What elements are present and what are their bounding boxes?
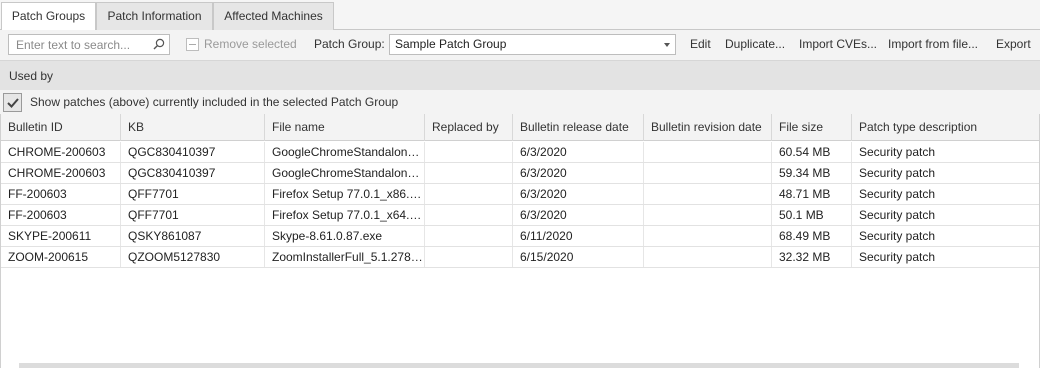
- cell-release-date: 6/3/2020: [513, 163, 644, 183]
- cell-patch-type: Security patch: [859, 208, 936, 222]
- cell-release-date: 6/15/2020: [513, 247, 644, 267]
- duplicate-button[interactable]: Duplicate...: [725, 37, 785, 51]
- cell-file-size: 60.54 MB: [772, 142, 852, 162]
- toolbar: Remove selected Patch Group: Sample Patc…: [0, 30, 1040, 60]
- cell-patch-type: Security patch: [859, 229, 936, 243]
- cell-file-name: Firefox Setup 77.0.1_x64.exe: [265, 205, 425, 225]
- search-input[interactable]: [9, 35, 149, 54]
- table-row[interactable]: FF-200603 QFF7701 Firefox Setup 77.0.1_x…: [1, 205, 1039, 226]
- cell-patch-type: Security patch: [859, 166, 936, 180]
- show-patches-label: Show patches (above) currently included …: [30, 95, 399, 109]
- cell-release-date: 6/11/2020: [513, 226, 644, 246]
- cell-bulletin-id: CHROME-200603: [1, 163, 121, 183]
- column-header-replaced-by[interactable]: Replaced by: [425, 114, 513, 141]
- tab-strip: Patch Groups Patch Information Affected …: [0, 0, 1040, 30]
- table-row[interactable]: CHROME-200603 QGC830410397 GoogleChromeS…: [1, 163, 1039, 184]
- cell-patch-type: Security patch: [859, 250, 936, 264]
- cell-patch-type: Security patch: [859, 187, 936, 201]
- cell-revision-date: [644, 184, 772, 204]
- cell-bulletin-id: CHROME-200603: [1, 142, 121, 162]
- cell-bulletin-id: ZOOM-200615: [1, 247, 121, 267]
- import-cves-button[interactable]: Import CVEs...: [799, 37, 877, 51]
- used-by-header: Used by: [0, 60, 1040, 90]
- cell-revision-date: [644, 205, 772, 225]
- tab-patch-information[interactable]: Patch Information: [96, 2, 213, 30]
- cell-file-size: 59.34 MB: [772, 163, 852, 183]
- cell-file-size: 50.1 MB: [772, 205, 852, 225]
- cell-bulletin-id: FF-200603: [1, 205, 121, 225]
- cell-replaced-by: [425, 163, 513, 183]
- tab-patch-groups[interactable]: Patch Groups: [1, 2, 96, 30]
- cell-replaced-by: [425, 226, 513, 246]
- cell-file-size: 32.32 MB: [772, 247, 852, 267]
- edit-button[interactable]: Edit: [690, 37, 711, 51]
- patch-group-label: Patch Group:: [314, 37, 385, 51]
- column-header-file-size[interactable]: File size: [772, 114, 852, 141]
- cell-kb: QFF7701: [121, 184, 265, 204]
- cell-kb: QGC830410397: [121, 163, 265, 183]
- search-icon[interactable]: [153, 38, 165, 50]
- cell-kb: QZOOM5127830: [121, 247, 265, 267]
- cell-replaced-by: [425, 205, 513, 225]
- cell-file-name: GoogleChromeStandalone...: [265, 163, 425, 183]
- cell-kb: QFF7701: [121, 205, 265, 225]
- patch-group-value: Sample Patch Group: [395, 37, 507, 51]
- cell-file-name: Firefox Setup 77.0.1_x86.exe: [265, 184, 425, 204]
- show-patches-row: Show patches (above) currently included …: [0, 90, 1040, 114]
- patches-grid: Bulletin ID KB File name Replaced by Bul…: [0, 114, 1040, 368]
- remove-icon: [186, 38, 199, 51]
- column-header-bulletin-id[interactable]: Bulletin ID: [1, 114, 121, 141]
- show-patches-checkbox[interactable]: [3, 93, 22, 112]
- cell-file-size: 48.71 MB: [772, 184, 852, 204]
- cell-replaced-by: [425, 142, 513, 162]
- cell-file-name: GoogleChromeStandalone...: [265, 142, 425, 162]
- import-from-file-button[interactable]: Import from file...: [888, 37, 978, 51]
- cell-release-date: 6/3/2020: [513, 184, 644, 204]
- table-row[interactable]: CHROME-200603 QGC830410397 GoogleChromeS…: [1, 142, 1039, 163]
- cell-revision-date: [644, 226, 772, 246]
- tab-affected-machines[interactable]: Affected Machines: [213, 2, 334, 30]
- remove-selected-button[interactable]: Remove selected: [186, 35, 297, 55]
- chevron-down-icon: [664, 43, 670, 47]
- patch-group-select[interactable]: Sample Patch Group: [389, 34, 676, 55]
- table-row[interactable]: ZOOM-200615 QZOOM5127830 ZoomInstallerFu…: [1, 247, 1039, 268]
- cell-kb: QSKY861087: [121, 226, 265, 246]
- column-header-bulletin-release-date[interactable]: Bulletin release date: [513, 114, 644, 141]
- cell-revision-date: [644, 142, 772, 162]
- search-box[interactable]: [8, 34, 170, 55]
- column-header-bulletin-revision-date[interactable]: Bulletin revision date: [644, 114, 772, 141]
- column-header-patch-type-description[interactable]: Patch type description: [852, 114, 1039, 141]
- cell-file-name: Skype-8.61.0.87.exe: [265, 226, 425, 246]
- table-row[interactable]: SKYPE-200611 QSKY861087 Skype-8.61.0.87.…: [1, 226, 1039, 247]
- cell-patch-type: Security patch: [859, 145, 936, 159]
- grid-header: Bulletin ID KB File name Replaced by Bul…: [1, 114, 1039, 141]
- cell-release-date: 6/3/2020: [513, 142, 644, 162]
- cell-file-size: 68.49 MB: [772, 226, 852, 246]
- cell-file-name: ZoomInstallerFull_5.1.2783...: [265, 247, 425, 267]
- checkmark-icon: [7, 98, 19, 108]
- cell-replaced-by: [425, 184, 513, 204]
- horizontal-scrollbar[interactable]: [19, 363, 1019, 368]
- column-header-file-name[interactable]: File name: [265, 114, 425, 141]
- cell-revision-date: [644, 247, 772, 267]
- cell-replaced-by: [425, 247, 513, 267]
- column-header-kb[interactable]: KB: [121, 114, 265, 141]
- cell-revision-date: [644, 163, 772, 183]
- cell-release-date: 6/3/2020: [513, 205, 644, 225]
- cell-bulletin-id: FF-200603: [1, 184, 121, 204]
- remove-selected-label: Remove selected: [204, 37, 297, 51]
- cell-bulletin-id: SKYPE-200611: [1, 226, 121, 246]
- used-by-title: Used by: [9, 69, 54, 83]
- export-button[interactable]: Export: [996, 37, 1031, 51]
- table-row[interactable]: FF-200603 QFF7701 Firefox Setup 77.0.1_x…: [1, 184, 1039, 205]
- cell-kb: QGC830410397: [121, 142, 265, 162]
